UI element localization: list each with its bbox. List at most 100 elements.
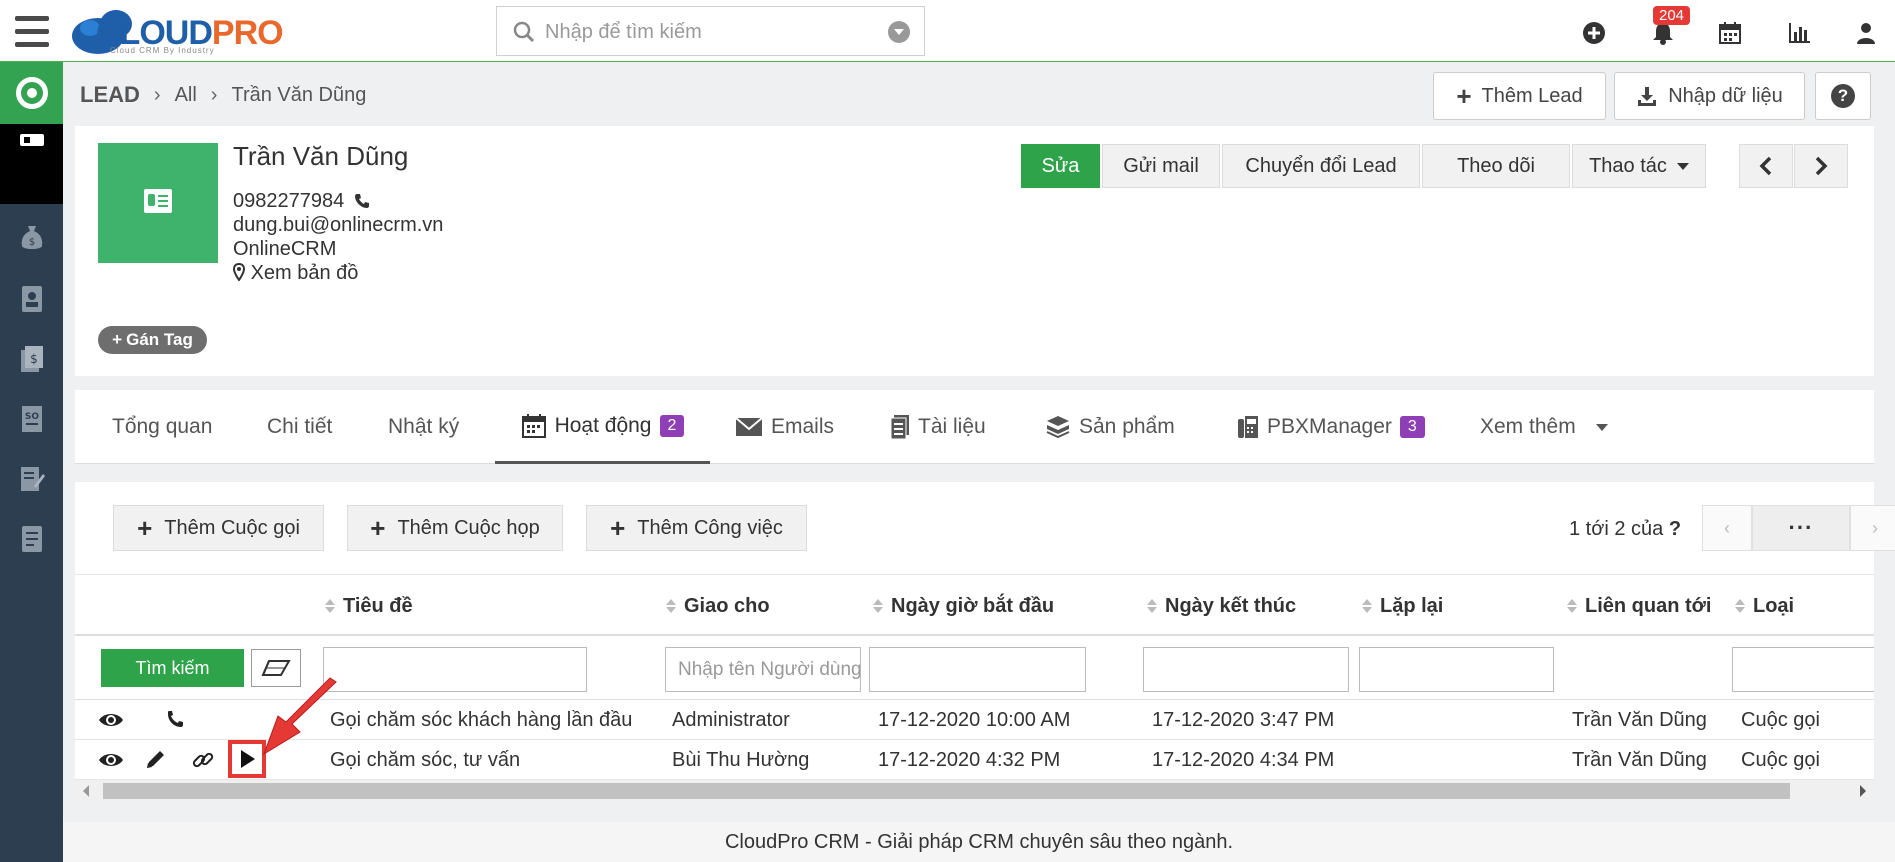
tab-documents[interactable]: Tài liệu bbox=[890, 390, 986, 464]
activity-related[interactable]: Trần Văn Dũng bbox=[1572, 700, 1707, 740]
scrollbar-thumb[interactable] bbox=[103, 783, 1790, 799]
activity-assigned: Administrator bbox=[672, 708, 790, 731]
tab-pbxmanager[interactable]: PBXManager 3 bbox=[1237, 390, 1425, 464]
breadcrumb-filter[interactable]: All bbox=[175, 84, 197, 107]
horizontal-scrollbar[interactable] bbox=[75, 780, 1874, 802]
tab-details[interactable]: Chi tiết bbox=[267, 390, 332, 464]
filter-repeat-input[interactable] bbox=[1359, 647, 1554, 692]
tab-products[interactable]: Sản phẩm bbox=[1045, 390, 1175, 464]
previous-record-button[interactable] bbox=[1739, 144, 1793, 188]
next-record-button[interactable] bbox=[1794, 144, 1848, 188]
follow-button[interactable]: Theo dõi bbox=[1422, 144, 1570, 188]
sidebar-item-leads[interactable] bbox=[0, 124, 63, 204]
page-footer: CloudPro CRM - Giải pháp CRM chuyên sâu … bbox=[63, 822, 1895, 862]
tab-more-dropdown[interactable]: Xem thêm bbox=[1480, 390, 1608, 464]
logo-text-pro: PRO bbox=[211, 14, 284, 52]
invoice-dollar-icon[interactable]: $ bbox=[18, 344, 46, 374]
sort-icon bbox=[325, 599, 335, 613]
next-page-button[interactable]: › bbox=[1850, 505, 1895, 551]
notebook-icon[interactable] bbox=[18, 524, 46, 554]
pagination-total[interactable]: ? bbox=[1669, 518, 1681, 540]
more-actions-dropdown[interactable]: Thao tác bbox=[1572, 144, 1706, 188]
activity-title[interactable]: Gọi chăm sóc khách hàng lần đầu bbox=[330, 700, 632, 740]
previous-page-button[interactable]: ‹ bbox=[1702, 505, 1752, 551]
filter-end-input[interactable] bbox=[1143, 647, 1349, 692]
tab-emails[interactable]: Emails bbox=[735, 390, 834, 464]
column-header-repeat[interactable]: Lặp lại bbox=[1362, 575, 1443, 637]
activity-title[interactable]: Gọi chăm sóc, tư vấn bbox=[330, 740, 520, 780]
column-header-assigned[interactable]: Giao cho bbox=[666, 575, 770, 637]
logo-tagline: Cloud CRM By Industry bbox=[110, 46, 215, 55]
convert-lead-button[interactable]: Chuyển đổi Lead bbox=[1222, 144, 1420, 188]
activity-start: 17-12-2020 10:00 AM bbox=[878, 708, 1071, 731]
add-call-button[interactable]: + Thêm Cuộc gọi bbox=[113, 505, 324, 551]
column-header-start[interactable]: Ngày giờ bắt đầu bbox=[873, 575, 1054, 637]
column-header-related[interactable]: Liên quan tới bbox=[1567, 575, 1711, 637]
sidebar: $ $ SO bbox=[0, 62, 63, 862]
eye-icon[interactable] bbox=[98, 708, 124, 732]
calendar-icon bbox=[521, 413, 546, 438]
tab-label: Hoạt động bbox=[554, 413, 652, 437]
quick-create-icon[interactable] bbox=[1581, 20, 1607, 46]
add-lead-button[interactable]: + Thêm Lead bbox=[1433, 72, 1606, 120]
breadcrumb-module[interactable]: LEAD bbox=[80, 82, 140, 108]
add-meeting-button[interactable]: + Thêm Cuộc họp bbox=[347, 505, 563, 551]
link-icon[interactable] bbox=[190, 748, 216, 772]
help-button[interactable]: ? bbox=[1815, 72, 1871, 120]
phone-icon[interactable] bbox=[163, 708, 189, 732]
column-header-title[interactable]: Tiêu đề bbox=[325, 575, 413, 637]
lead-phone-number: 0982277984 bbox=[233, 190, 345, 212]
sales-order-icon[interactable]: SO bbox=[18, 404, 46, 434]
add-task-button[interactable]: + Thêm Công việc bbox=[586, 505, 807, 551]
lead-email[interactable]: dung.bui@onlinecrm.vn bbox=[233, 214, 443, 237]
page-jump-button[interactable]: ··· bbox=[1752, 505, 1850, 551]
column-header-type[interactable]: Loại bbox=[1735, 575, 1794, 637]
pencil-icon[interactable] bbox=[143, 748, 169, 772]
eye-icon[interactable] bbox=[98, 748, 124, 772]
lead-phone[interactable]: 0982277984 bbox=[233, 190, 370, 213]
filter-assigned-input[interactable]: Nhập tên Người dùng bbox=[665, 647, 861, 692]
pagination-info: 1 tới 2 của ? bbox=[1569, 518, 1681, 541]
edit-document-icon[interactable] bbox=[18, 464, 46, 494]
search-button[interactable]: Tìm kiếm bbox=[101, 649, 244, 687]
activities-count-badge: 2 bbox=[659, 414, 685, 437]
calendar-icon[interactable] bbox=[1717, 20, 1743, 46]
tab-log[interactable]: Nhật ký bbox=[388, 390, 459, 464]
activity-related[interactable]: Trần Văn Dũng bbox=[1572, 740, 1707, 780]
scroll-right-icon[interactable] bbox=[1860, 785, 1866, 797]
add-lead-label: Thêm Lead bbox=[1481, 84, 1583, 107]
tab-overview[interactable]: Tổng quan bbox=[112, 390, 212, 464]
sidebar-item-home[interactable] bbox=[0, 62, 63, 124]
filter-start-input[interactable] bbox=[869, 647, 1086, 692]
add-task-label: Thêm Công việc bbox=[637, 516, 783, 539]
money-bag-icon[interactable]: $ bbox=[18, 222, 46, 252]
search-dropdown-icon[interactable] bbox=[888, 21, 910, 43]
send-mail-button[interactable]: Gửi mail bbox=[1102, 144, 1220, 188]
report-chart-icon[interactable] bbox=[1786, 20, 1812, 46]
table-row[interactable]: Gọi chăm sóc, tư vấn Bùi Thu Hường 17-12… bbox=[75, 740, 1874, 780]
import-data-button[interactable]: Nhập dữ liệu bbox=[1614, 72, 1805, 120]
filter-title-input[interactable] bbox=[323, 647, 587, 692]
map-link[interactable]: Xem bản đồ bbox=[232, 262, 358, 285]
user-profile-icon[interactable] bbox=[1853, 20, 1879, 46]
search-placeholder: Nhập để tìm kiếm bbox=[545, 21, 702, 43]
column-header-end[interactable]: Ngày kết thúc bbox=[1147, 575, 1296, 637]
play-recording-button[interactable] bbox=[228, 740, 266, 778]
menu-toggle-button[interactable] bbox=[0, 0, 63, 62]
scroll-left-icon[interactable] bbox=[83, 785, 89, 797]
tab-label: Tổng quan bbox=[112, 415, 213, 438]
global-search-input[interactable]: Nhập để tìm kiếm bbox=[496, 6, 925, 56]
plus-icon: + bbox=[370, 512, 386, 543]
edit-button[interactable]: Sửa bbox=[1021, 144, 1100, 188]
plus-icon: + bbox=[137, 512, 153, 543]
filter-type-select[interactable] bbox=[1732, 647, 1874, 692]
top-bar: CLOUDPRO Cloud CRM By Industry Nhập để t… bbox=[0, 0, 1895, 62]
assign-tag-button[interactable]: + Gán Tag bbox=[98, 326, 207, 354]
table-row[interactable]: Gọi chăm sóc khách hàng lần đầu Administ… bbox=[75, 700, 1874, 740]
sort-icon bbox=[1567, 599, 1577, 613]
tab-activities[interactable]: Hoạt động 2 bbox=[495, 390, 710, 464]
sort-icon bbox=[873, 599, 883, 613]
contacts-book-icon[interactable] bbox=[18, 284, 46, 314]
tab-label: Xem thêm bbox=[1480, 415, 1576, 438]
app-logo[interactable]: CLOUDPRO Cloud CRM By Industry bbox=[68, 6, 308, 56]
